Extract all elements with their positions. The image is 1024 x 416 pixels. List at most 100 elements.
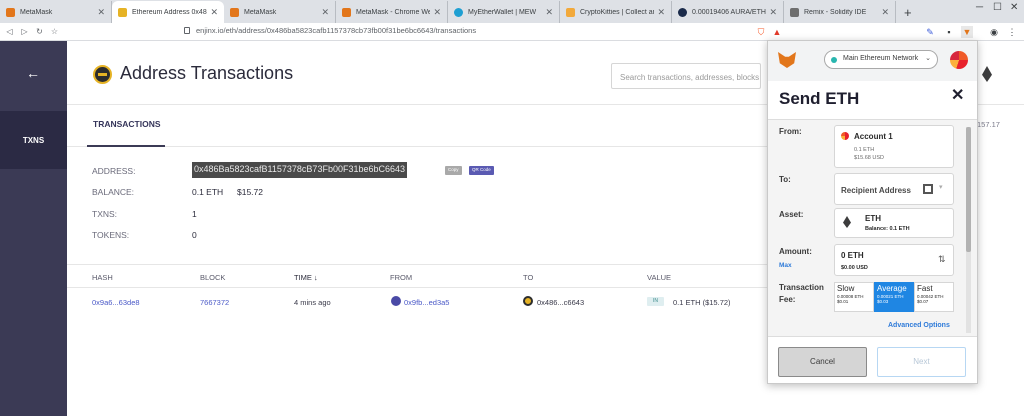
tab-row: TRANSACTIONS [67,105,767,147]
column-header-time[interactable]: TIME ↓ [294,273,318,282]
close-tab-icon[interactable]: ✕ [881,7,889,18]
forward-icon[interactable]: ▷ [19,27,30,36]
fee-usd: $0.01 [837,299,849,304]
browser-tab[interactable]: 0.00019406 AURA/ETH - ✕ [672,1,784,23]
network-name: Main Ethereum Network [843,55,919,62]
right-amount: 157.17 [977,120,1000,129]
next-button[interactable]: Next [877,347,966,377]
tab-transactions[interactable]: TRANSACTIONS [93,119,161,129]
column-header-hash: HASH [92,273,113,282]
qr-scan-icon[interactable] [923,184,933,194]
close-icon[interactable]: ✕ [951,85,964,105]
cancel-button[interactable]: Cancel [778,347,867,377]
close-tab-icon[interactable]: ✕ [210,7,218,18]
address-label: ADDRESS: [92,166,136,176]
tab-underline [87,145,165,147]
minimize-icon[interactable]: ─ [976,2,983,13]
amount-value: 0 ETH [841,251,864,260]
tx-time: 4 mins ago [294,298,331,307]
close-tab-icon[interactable]: ✕ [321,7,329,18]
close-tab-icon[interactable]: ✕ [769,7,777,18]
bookmark-icon[interactable]: ☆ [49,27,60,36]
warning-icon[interactable]: ▲ [771,26,783,38]
metamask-extension-icon[interactable]: ▼ [961,26,973,38]
fee-option-fast[interactable]: Fast 0.00042 ETH $0.07 [914,282,954,312]
metamask-popup: Main Ethereum Network ⌄ Send ETH ✕ From:… [767,40,978,384]
back-icon[interactable]: ◁ [4,27,15,36]
amount-input[interactable]: 0 ETH $0.00 USD ⇅ [834,244,954,276]
browser-tab[interactable]: MyEtherWallet | MEW ✕ [448,1,560,23]
to-avatar-icon [523,296,533,306]
browser-tab[interactable]: CryptoKitties | Collect and ✕ [560,1,672,23]
block-link[interactable]: 7667372 [200,298,229,307]
url-field[interactable]: enjinx.io/eth/address/0x486ba5823cafb115… [196,26,476,35]
profile-icon[interactable]: ◉ [988,26,1000,38]
send-title: Send ETH [779,89,860,108]
reload-icon[interactable]: ↻ [34,27,45,36]
amount-usd: $0.00 USD [841,265,868,271]
extension-icon[interactable]: ▪ [943,26,955,38]
sidebar: ← TXNS [0,41,67,416]
search-input[interactable]: Search transactions, addresses, blocks [611,63,761,89]
max-button[interactable]: Max [779,262,792,269]
metamask-favicon-icon [230,7,239,17]
brave-shield-icon[interactable]: ⛉ [755,26,767,38]
direction-badge: IN [647,297,664,306]
qr-code-button[interactable]: QR Code [469,166,494,175]
browser-tab[interactable]: MetaMask - Chrome Web ✕ [336,1,448,23]
balance-label: BALANCE: [92,187,135,197]
close-tab-icon[interactable]: ✕ [545,7,553,18]
txns-value: 1 [192,209,197,219]
swap-currency-icon[interactable]: ⇅ [938,254,946,265]
pen-icon[interactable]: ✎ [924,26,936,38]
asset-selector[interactable]: ETH Balance: 0.1 ETH [834,208,954,238]
recipient-address-input[interactable]: Recipient Address ▾ [834,173,954,205]
close-window-icon[interactable]: ✕ [1010,2,1018,13]
browser-tab[interactable]: MetaMask ✕ [224,1,336,23]
tab-title: MetaMask [244,8,277,16]
to-address: 0x486...c6643 [537,298,585,307]
balance-eth: 0.1 ETH [192,187,224,197]
fee-option-slow[interactable]: Slow 0.00008 ETH $0.01 [834,282,874,312]
lock-icon[interactable] [184,27,190,34]
browser-tab-active[interactable]: Ethereum Address 0x486b ✕ [112,1,224,23]
asset-label: Asset: [779,210,804,219]
copy-button[interactable]: Copy [445,166,462,175]
advanced-options-link[interactable]: Advanced Options [888,322,950,329]
network-status-icon [831,57,837,63]
from-address-link[interactable]: 0x9fb...ed3a5 [404,298,449,307]
fee-name: Average [877,284,907,293]
close-tab-icon[interactable]: ✕ [433,7,441,18]
account-identicon-icon[interactable] [950,51,968,69]
scrollbar[interactable] [966,127,971,333]
close-tab-icon[interactable]: ✕ [97,7,105,18]
tab-title: MetaMask - Chrome Web [356,8,431,16]
tx-hash-link[interactable]: 0x9a6...63de8 [92,298,140,307]
new-tab-button[interactable]: + [896,5,920,23]
column-header-from: FROM [390,273,413,282]
maximize-icon[interactable]: ☐ [993,2,1002,13]
browser-tab[interactable]: Remix - Solidity IDE ✕ [784,1,896,23]
close-tab-icon[interactable]: ✕ [657,7,665,18]
address-value[interactable]: 0x486Ba5823cafB1157378cB73Fb00F31be6bC66… [192,162,408,178]
tokens-label: TOKENS: [92,230,130,240]
column-header-to: TO [523,273,534,282]
sidebar-item-txns[interactable]: TXNS [0,111,67,169]
from-account-card[interactable]: Account 1 0.1 ETH $15.68 USD [834,125,954,168]
tab-title: Ethereum Address 0x486b [132,8,208,16]
column-header-block: BLOCK [200,273,226,282]
from-label: From: [779,127,802,136]
menu-icon[interactable]: ⋮ [1006,26,1018,38]
column-header-value: VALUE [647,273,672,282]
tokens-value: 0 [192,230,197,240]
fee-option-average[interactable]: Average 0.00021 ETH $0.03 [874,282,914,312]
fee-name: Slow [837,284,855,293]
browser-tab[interactable]: MetaMask ✕ [0,1,112,23]
network-selector[interactable]: Main Ethereum Network ⌄ [824,50,938,69]
asset-balance: Balance: 0.1 ETH [865,226,910,232]
back-arrow-icon[interactable]: ← [26,65,40,81]
account-identicon-icon [841,132,849,140]
to-label: To: [779,175,791,184]
address-bar: ◁ ▷ ↻ ☆ enjinx.io/eth/address/0x486ba582… [0,23,1024,41]
account-name: Account 1 [854,132,893,141]
